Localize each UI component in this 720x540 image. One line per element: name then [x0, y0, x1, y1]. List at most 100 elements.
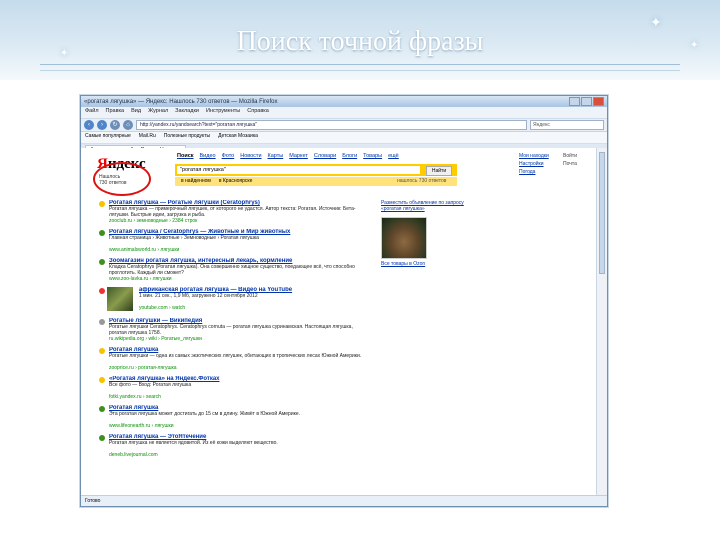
close-button[interactable]	[593, 97, 604, 106]
bookmark-item[interactable]: Полезные продукты	[164, 133, 210, 142]
video-thumbnail[interactable]	[107, 287, 133, 311]
menu-bar: Файл Правка Вид Журнал Закладки Инструме…	[81, 107, 607, 119]
favicon-icon	[99, 377, 105, 383]
status-bar: Готово	[81, 495, 607, 506]
ozon-link[interactable]: Все товары в Ozon	[381, 261, 481, 267]
menu-edit[interactable]: Правка	[106, 108, 125, 117]
favicon-icon	[99, 201, 105, 207]
favicon-icon	[99, 230, 105, 236]
result-snippet: Эта рогатая лягушка может достигать до 1…	[109, 411, 301, 417]
result-url[interactable]: www.zoo-lavka.ru › лягушки	[109, 276, 371, 282]
sidebar: Разместить объявление по запросу «рогата…	[381, 200, 481, 267]
result-snippet: Рогатая лягушка — примерочный лягушек, о…	[109, 206, 356, 218]
browser-search-input[interactable]: Яндекс	[530, 120, 604, 130]
menu-file[interactable]: Файл	[85, 108, 99, 117]
home-icon[interactable]: ⌂	[123, 120, 133, 130]
login-link[interactable]: Войти	[563, 152, 577, 160]
favicon-icon	[99, 319, 105, 325]
result-item: «Рогатая лягушка» на Яндекс.Фотках Все ф…	[99, 376, 371, 400]
result-snippet: Рогатая лягушка не является ядовитой. Из…	[109, 440, 278, 446]
title-bar: «рогатая лягушка» — Яндекс: Нашлось 730 …	[81, 96, 607, 107]
result-snippet: Главная страница › Животные › Земноводны…	[109, 235, 259, 241]
favicon-icon	[99, 348, 105, 354]
service-photo[interactable]: Фото	[222, 153, 235, 159]
favicon-icon	[99, 406, 105, 412]
service-market[interactable]: Маркет	[289, 153, 308, 159]
result-item-video: африканская рогатая лягушка — Видео на Y…	[99, 287, 371, 313]
result-item: Рогатая лягушка — Рогатые лягушки (Cerat…	[99, 200, 371, 224]
page-content: Яндекс Нашлось 730 ответов Поиск Видео Ф…	[81, 148, 597, 496]
back-icon[interactable]: ‹	[84, 120, 94, 130]
services-nav: Поиск Видео Фото Новости Карты Маркет Сл…	[177, 153, 399, 159]
result-url[interactable]: www.lifeonearth.ru › лягушки	[109, 423, 371, 429]
address-bar[interactable]: http://yandex.ru/yandsearch?text="рогата…	[136, 120, 527, 130]
option-region[interactable]: в Красноярске	[219, 177, 253, 186]
bookmark-item[interactable]: Самые популярные	[85, 133, 131, 142]
result-snippet: Рогатые лягушки — одна из самых экзотиче…	[109, 353, 362, 359]
minimize-button[interactable]	[569, 97, 580, 106]
slide-title: Поиск точной фразы	[236, 26, 484, 57]
menu-tools[interactable]: Инструменты	[206, 108, 240, 117]
weather-link[interactable]: Погода	[519, 168, 549, 176]
menu-help[interactable]: Справка	[247, 108, 269, 117]
window-title: «рогатая лягушка» — Яндекс: Нашлось 730 …	[84, 98, 278, 105]
service-maps[interactable]: Карты	[268, 153, 284, 159]
user-links: Мои находки Настройки Погода	[519, 152, 549, 176]
result-item: Рогатые лягушки — Википедия Рогатые лягу…	[99, 318, 371, 342]
window-controls	[569, 97, 604, 106]
result-snippet: Все фото — Вход: Рогатая лягушка	[109, 382, 192, 388]
result-snippet: Рогатые лягушки Ceratophrys. Ceratophrys…	[109, 324, 353, 336]
option-in-found[interactable]: в найденном	[181, 177, 211, 186]
frog-image[interactable]	[381, 217, 427, 259]
result-item: Зоомагазин рогатая лягушка, интересный л…	[99, 258, 371, 282]
menu-history[interactable]: Журнал	[148, 108, 168, 117]
vertical-scrollbar[interactable]	[596, 148, 607, 496]
search-form: "рогатая лягушка" Найти	[175, 164, 457, 176]
reload-icon[interactable]: ↻	[110, 120, 120, 130]
result-url[interactable]: fotki.yandex.ru › search	[109, 394, 371, 400]
service-news[interactable]: Новости	[240, 153, 261, 159]
my-finds-link[interactable]: Мои находки	[519, 152, 549, 160]
result-snippet: Кладка Ceratophrys (Рогатая лягушка). Он…	[109, 264, 355, 276]
browser-window: «рогатая лягушка» — Яндекс: Нашлось 730 …	[80, 95, 608, 507]
bookmarks-bar: Самые популярные Mail.Ru Полезные продук…	[81, 132, 607, 144]
service-more[interactable]: ещё	[388, 153, 399, 159]
service-dictionaries[interactable]: Словари	[314, 153, 336, 159]
maximize-button[interactable]	[581, 97, 592, 106]
favicon-icon	[99, 288, 105, 294]
result-item: Рогатая лягушка / Ceratophrys — Животные…	[99, 229, 371, 253]
favicon-icon	[99, 435, 105, 441]
result-url[interactable]: youtube.com › watch	[139, 305, 371, 311]
header-line	[40, 64, 680, 65]
service-goods[interactable]: Товары	[363, 153, 382, 159]
menu-view[interactable]: Вид	[131, 108, 141, 117]
bookmark-item[interactable]: Mail.Ru	[139, 133, 156, 142]
result-url[interactable]: zooclub.ru › земноводные › 2384 строк	[109, 218, 371, 224]
search-button[interactable]: Найти	[426, 166, 452, 176]
service-video[interactable]: Видео	[200, 153, 216, 159]
scrollbar-thumb[interactable]	[599, 152, 605, 274]
result-url[interactable]: zooprice.ru › рогатая-лягушка	[109, 365, 371, 371]
result-item: Рогатая лягушка Эта рогатая лягушка може…	[99, 405, 371, 429]
result-url[interactable]: deneb.livejournal.com	[109, 452, 371, 458]
result-url[interactable]: ru.wikipedia.org › wiki › Рогатые_лягушк…	[109, 336, 371, 342]
account-links: Войти Почта	[563, 152, 577, 168]
bookmark-item[interactable]: Детская Мозаика	[218, 133, 258, 142]
result-url[interactable]: www.animalsworld.ru › лягушки	[109, 247, 371, 253]
found-count: нашлось 730 ответов	[397, 178, 447, 184]
result-item: Рогатая лягушка Рогатые лягушки — одна и…	[99, 347, 371, 371]
mail-link[interactable]: Почта	[563, 160, 577, 168]
highlight-ellipse	[93, 162, 151, 196]
settings-link[interactable]: Настройки	[519, 160, 549, 168]
forward-icon[interactable]: ›	[97, 120, 107, 130]
result-item: Рогатая лягушка — ЭтоЯтечение Рогатая ля…	[99, 434, 371, 458]
service-blogs[interactable]: Блоги	[342, 153, 357, 159]
navigation-bar: ‹ › ↻ ⌂ http://yandex.ru/yandsearch?text…	[81, 119, 607, 132]
result-snippet: 1 мин. 21 сек., 1,9 Мб, загружено 12 сен…	[139, 293, 258, 299]
search-input[interactable]: "рогатая лягушка"	[177, 166, 420, 174]
service-search[interactable]: Поиск	[177, 153, 194, 159]
place-ad-link[interactable]: Разместить объявление по запросу «рогата…	[381, 200, 481, 212]
menu-bookmarks[interactable]: Закладки	[175, 108, 199, 117]
favicon-icon	[99, 259, 105, 265]
header-line	[40, 70, 680, 71]
